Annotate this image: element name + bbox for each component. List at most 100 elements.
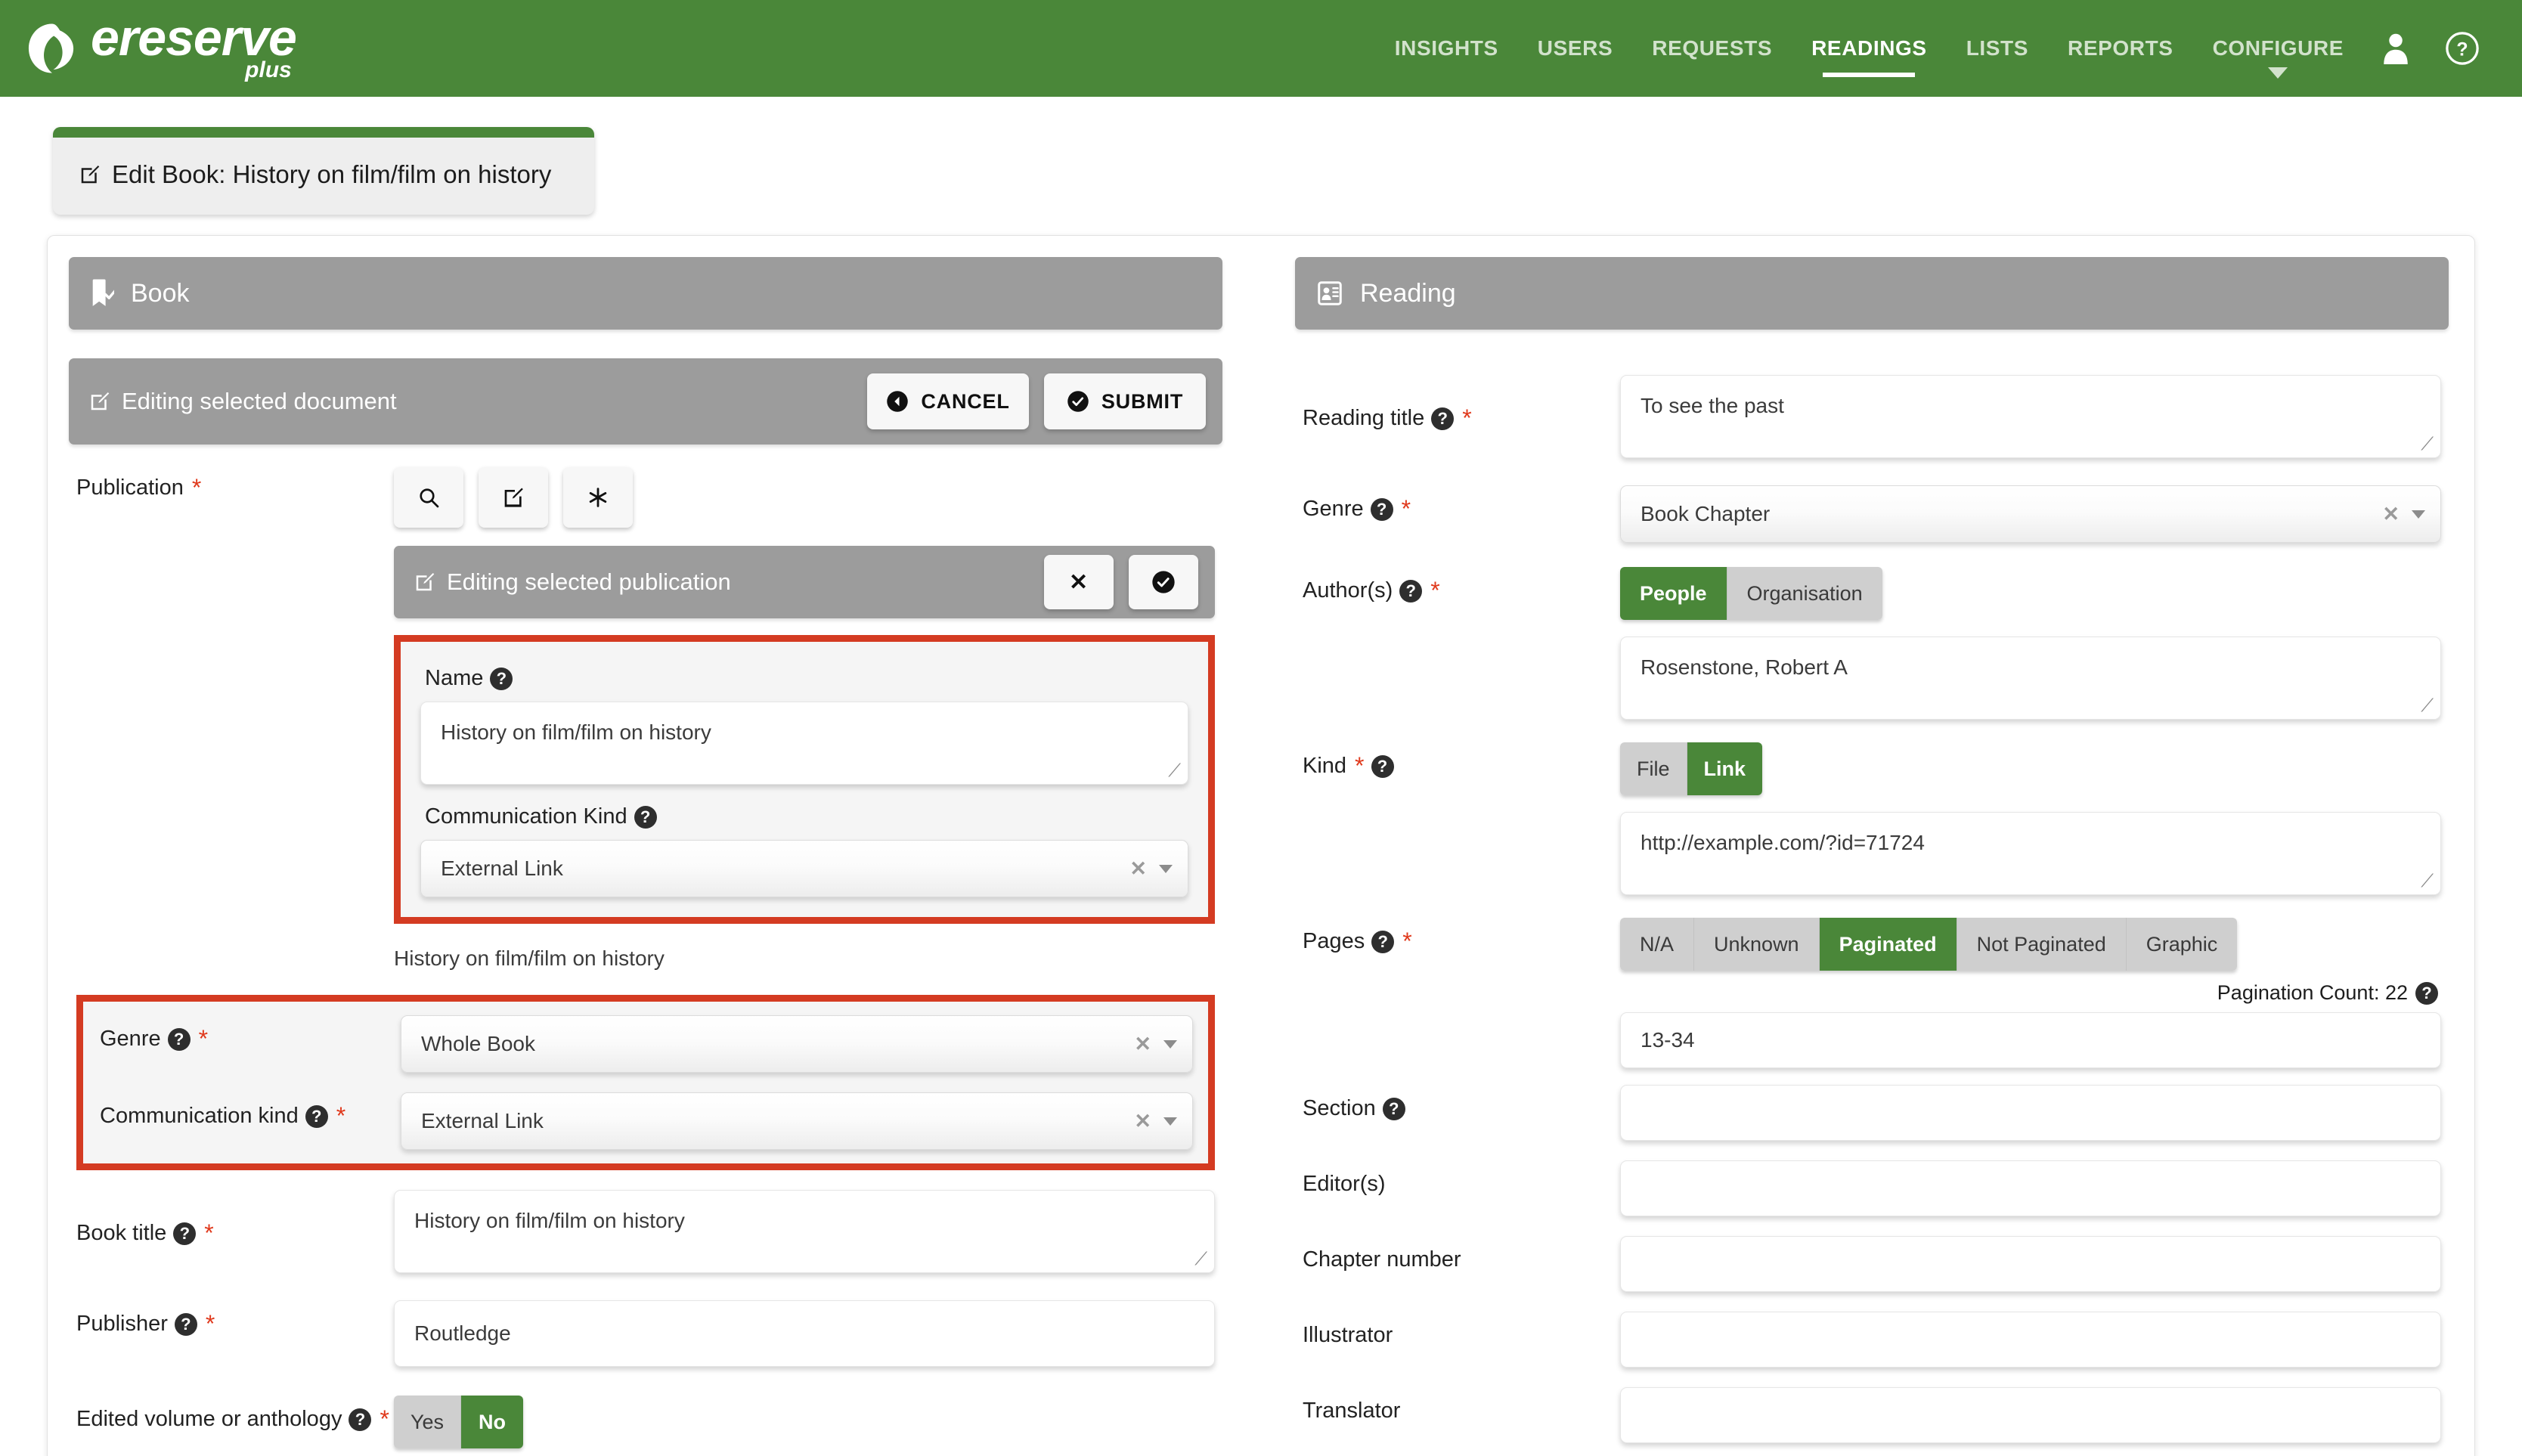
nav-label: REPORTS [2068,36,2173,60]
help-icon[interactable]: ? [174,1312,197,1336]
help-icon[interactable]: ? [490,667,513,690]
editing-document-title: Editing selected document [122,388,397,414]
check-circle-icon [1152,571,1175,593]
help-icon[interactable]: ? [1371,754,1394,778]
authors-option-people[interactable]: People [1620,567,1727,620]
name-label: Name [425,666,484,690]
genre-row: Genre ? * Whole Book ✕ [83,1002,1193,1073]
submit-button[interactable]: SUBMIT [1044,373,1206,429]
nav-item-insights[interactable]: INSIGHTS [1375,0,1518,97]
editing-publication-title: Editing selected publication [447,568,731,595]
nav-item-reports[interactable]: REPORTS [2048,0,2193,97]
nav-item-lists[interactable]: LISTS [1947,0,2048,97]
chevron-down-icon[interactable] [2412,510,2425,519]
highlight-box-name-commkind: Name ? ⟋ Communication Kind ? [394,635,1215,924]
clear-icon[interactable]: ✕ [1122,1110,1163,1133]
authors-input[interactable] [1620,637,2441,720]
illustrator-input[interactable] [1620,1312,2441,1368]
book-title-label-wrap: Book title ? * [76,1190,394,1246]
section-input[interactable] [1620,1085,2441,1141]
reading-form: Reading title ? * ⟋ Genre ? * [1295,330,2449,1456]
nav-item-requests[interactable]: REQUESTS [1632,0,1792,97]
chevron-down-icon[interactable] [1163,1039,1177,1049]
authors-label-wrap: Author(s) ? * [1303,567,1620,603]
clear-icon[interactable]: ✕ [1122,1033,1163,1056]
reading-title-label-wrap: Reading title ? * [1303,375,1620,431]
brand-logo[interactable]: ereserve plus [24,12,297,81]
clear-icon[interactable]: ✕ [1117,857,1159,881]
chevron-down-icon[interactable] [1159,864,1173,873]
help-icon[interactable]: ? [1371,930,1395,953]
nav-item-configure[interactable]: CONFIGURE [2193,0,2363,97]
authors-option-organisation[interactable]: Organisation [1727,567,1882,620]
help-icon[interactable]: ? [1431,407,1455,430]
edit-square-icon [91,392,110,410]
required-marker: * [1401,495,1411,523]
reading-title-row: Reading title ? * ⟋ [1303,363,2441,458]
help-icon[interactable]: ? [1370,497,1393,521]
translator-input[interactable] [1620,1387,2441,1443]
publication-edit-button[interactable] [479,467,548,528]
edited-volume-option-yes[interactable]: Yes [394,1396,462,1448]
reading-title-input[interactable] [1620,375,2441,458]
publisher-input[interactable] [394,1300,1215,1367]
book-comm-kind-select[interactable]: External Link ✕ [401,1092,1193,1150]
help-icon[interactable]: ? [173,1222,197,1245]
help-icon[interactable]: ? [634,805,657,829]
help-icon[interactable]: ? [349,1408,372,1431]
help-icon[interactable]: ? [167,1027,191,1051]
chapter-number-row: Chapter number [1303,1216,2441,1292]
bookmark-icon [92,279,114,306]
edited-volume-option-no[interactable]: No [461,1396,524,1448]
authors-label: Author(s) [1303,578,1393,603]
pagination-count-label: Pagination Count: 22 [2217,981,2408,1004]
editing-document-subheader: Editing selected document CANCEL SUBMIT [69,358,1222,445]
publication-new-button[interactable] [563,467,633,528]
reading-panel-header: Reading [1295,257,2449,330]
pages-option-paginated[interactable]: Paginated [1819,918,1957,971]
kind-option-link[interactable]: Link [1687,742,1763,795]
document-tab[interactable]: Edit Book: History on film/film on histo… [53,127,594,215]
help-button[interactable]: ? [2428,31,2496,66]
nav-item-users[interactable]: USERS [1518,0,1632,97]
pagination-input[interactable] [1620,1012,2441,1068]
help-icon[interactable]: ? [305,1104,328,1128]
publication-search-button[interactable] [394,467,463,528]
pages-option-na[interactable]: N/A [1620,918,1695,971]
kind-link-input[interactable] [1620,812,2441,895]
required-marker: * [1462,404,1472,432]
kind-option-file[interactable]: File [1620,742,1687,795]
editors-label-wrap: Editor(s) [1303,1160,1620,1197]
help-icon[interactable]: ? [1382,1097,1405,1120]
reading-column: Reading Reading title ? * ⟋ [1295,257,2449,1456]
required-marker: * [1430,577,1440,605]
reading-genre-label-wrap: Genre ? * [1303,485,1620,522]
reading-panel-title: Reading [1360,278,1456,308]
help-icon[interactable]: ? [2415,981,2438,1005]
user-account-button[interactable] [2363,31,2428,66]
nav-item-readings[interactable]: READINGS [1792,0,1947,97]
chapter-number-input[interactable] [1620,1236,2441,1292]
name-input[interactable] [420,702,1188,785]
pages-option-graphic[interactable]: Graphic [2126,918,2238,971]
publication-confirm-button[interactable] [1129,555,1198,609]
genre-select[interactable]: Whole Book ✕ [401,1015,1193,1073]
reading-genre-select[interactable]: Book Chapter ✕ [1620,485,2441,543]
editors-input[interactable] [1620,1160,2441,1216]
genre-label: Genre [100,1027,161,1051]
cancel-button[interactable]: CANCEL [867,373,1029,429]
nav-label: REQUESTS [1652,36,1773,60]
section-label: Section [1303,1096,1376,1120]
comm-kind-select[interactable]: External Link ✕ [420,840,1188,897]
search-icon [420,488,439,508]
chevron-down-icon[interactable] [1163,1117,1177,1126]
publication-row: Publication * [76,445,1215,528]
clear-icon[interactable]: ✕ [2370,503,2412,526]
book-title-input[interactable] [394,1190,1215,1273]
publication-close-button[interactable]: ✕ [1044,555,1114,609]
pages-option-unknown[interactable]: Unknown [1694,918,1820,971]
pages-option-not-paginated[interactable]: Not Paginated [1957,918,2127,971]
help-icon[interactable]: ? [1399,579,1423,603]
publisher-label-wrap: Publisher ? * [76,1300,394,1337]
submit-button-label: SUBMIT [1101,389,1184,413]
